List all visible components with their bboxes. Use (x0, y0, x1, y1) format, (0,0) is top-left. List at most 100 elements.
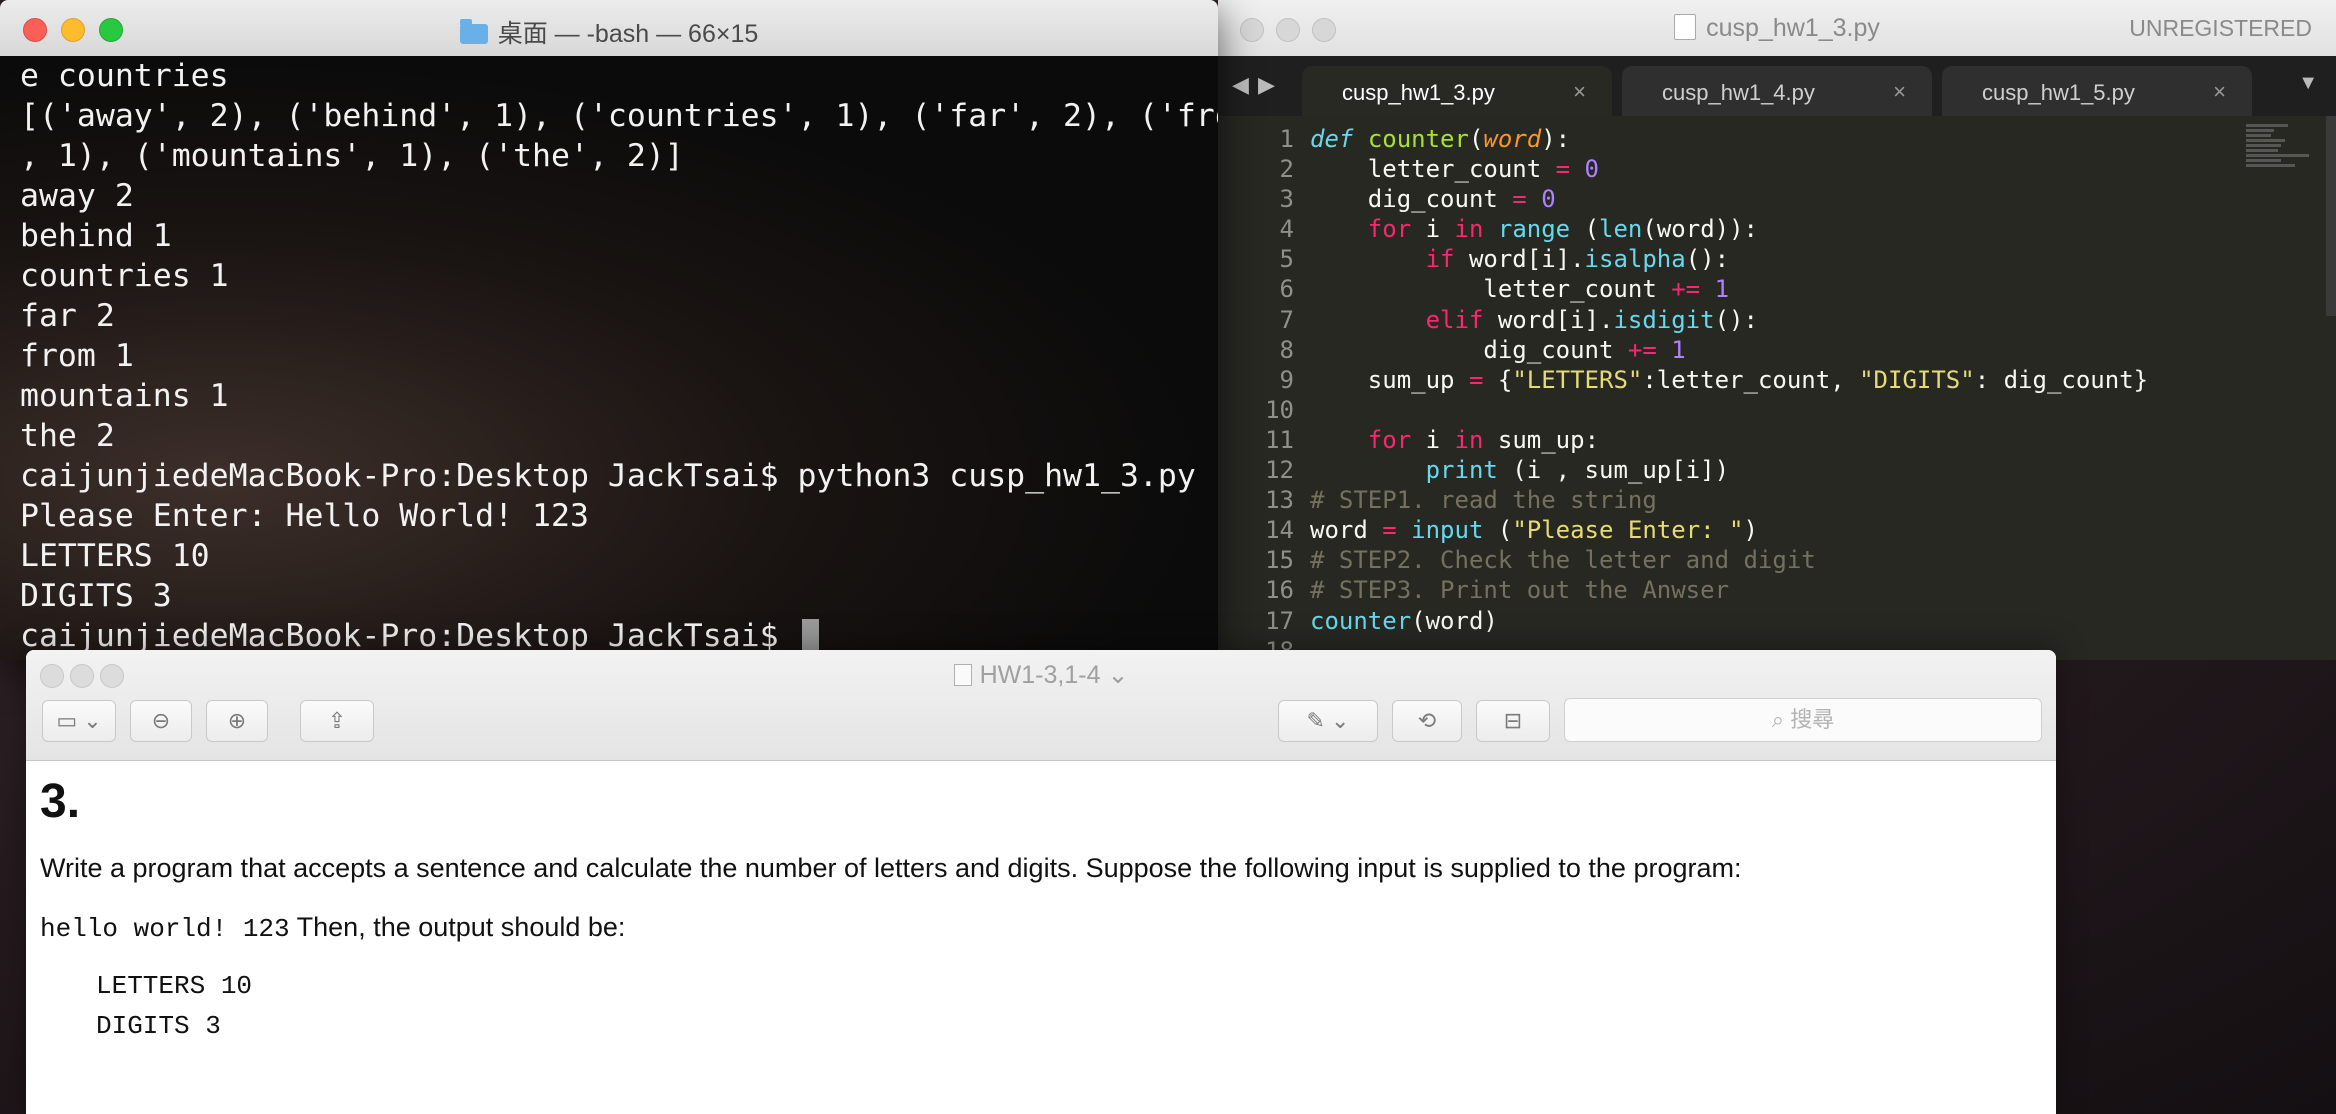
code-comment: # STEP2. Check the letter and digit (1310, 546, 1816, 575)
zoom-out-icon: ⊖ (151, 708, 171, 733)
share-button[interactable]: ⇪ (300, 700, 374, 742)
line-number: 1 (1279, 125, 1294, 153)
line-number: 17 (1265, 606, 1294, 635)
line-number: 10 (1265, 395, 1294, 424)
document-page[interactable]: 3. Write a program that accepts a senten… (26, 760, 2056, 1114)
preview-title[interactable]: HW1-3,1-4 ⌄ (26, 660, 2056, 690)
folder-icon (459, 19, 488, 44)
tab-label: cusp_hw1_4.py (1662, 80, 1815, 105)
code-line: if word[i].isalpha(): (1425, 245, 1730, 274)
chevron-down-icon[interactable]: ⌄ (1107, 661, 1128, 689)
question-text: Write a program that accepts a sentence … (40, 853, 1742, 883)
minimap[interactable] (2246, 124, 2316, 194)
toolbox-icon: ⊟ (1503, 708, 1523, 733)
tab-label: cusp_hw1_3.py (1342, 80, 1495, 105)
line-number: 9 (1279, 365, 1294, 394)
search-input[interactable]: ⌕ 搜尋 (1564, 698, 2042, 742)
editor-titlebar[interactable]: cusp_hw1_3.py UNREGISTERED (1218, 0, 2336, 57)
terminal-line: [('away', 2), ('behind', 1), ('countries… (20, 98, 1218, 134)
code-comment: # STEP1. read the string (1310, 486, 1657, 515)
example-input: hello world! 123 (40, 914, 290, 944)
toolbox-button[interactable]: ⊟ (1476, 700, 1550, 742)
expected-output-line: LETTERS 10 (96, 971, 253, 1001)
code-line: dig_count = 0 (1310, 185, 1556, 214)
close-tab-icon[interactable]: × (1573, 79, 1586, 105)
terminal-title: 桌面 — -bash — 66×15 (0, 14, 1218, 50)
tab-cusp-hw1-5[interactable]: cusp_hw1_5.py × (1942, 66, 2252, 116)
line-number: 3 (1279, 185, 1294, 214)
code-comment: # STEP3. Print out the Anwser (1310, 576, 1730, 605)
code-line: counter(word) (1310, 606, 1498, 635)
line-number: 16 (1265, 576, 1294, 605)
terminal-line: from 1 (20, 338, 134, 374)
code-line: letter_count = 0 (1310, 155, 1599, 184)
terminal-line: caijunjiedeMacBook-Pro:Desktop JackTsai$… (20, 458, 1196, 494)
question-number: 3. (40, 775, 81, 828)
tab-cusp-hw1-3[interactable]: cusp_hw1_3.py × (1302, 66, 1612, 116)
python-file-icon (1674, 14, 1697, 40)
terminal-line: behind 1 (20, 218, 172, 254)
line-number: 13 (1265, 486, 1294, 515)
terminal-titlebar[interactable]: 桌面 — -bash — 66×15 (0, 0, 1218, 57)
terminal-line: DIGITS 3 (20, 578, 172, 614)
tab-bar: ◀ ▶ cusp_hw1_3.py × cusp_hw1_4.py × cusp… (1218, 56, 2336, 116)
terminal-line: the 2 (20, 418, 115, 454)
close-tab-icon[interactable]: × (1893, 79, 1906, 105)
terminal-line: far 2 (20, 298, 115, 334)
share-icon: ⇪ (327, 708, 347, 733)
tab-label: cusp_hw1_5.py (1982, 80, 2135, 105)
text-cursor (801, 619, 819, 653)
line-number: 11 (1265, 425, 1294, 454)
rotate-button[interactable]: ⟲ (1392, 700, 1462, 742)
code-line: for i in sum_up: (1367, 425, 1600, 454)
terminal-line: countries 1 (20, 258, 229, 294)
unregistered-label: UNREGISTERED (2129, 15, 2312, 41)
vertical-scrollbar[interactable] (2326, 116, 2336, 316)
tab-cusp-hw1-4[interactable]: cusp_hw1_4.py × (1622, 66, 1932, 116)
search-icon: ⌕ (1771, 707, 1785, 732)
line-number: 2 (1279, 155, 1294, 184)
code-line: def counter(word): (1310, 125, 1571, 153)
terminal-line: away 2 (20, 178, 134, 214)
code-line: for i in range (len(word)): (1367, 215, 1758, 244)
line-number: 8 (1279, 335, 1294, 364)
code-line: word = input ("Please Enter: ") (1310, 516, 1758, 545)
tab-next-icon[interactable]: ▶ (1258, 72, 1275, 98)
terminal-line: LETTERS 10 (20, 538, 210, 574)
tab-menu-icon[interactable]: ▼ (2298, 72, 2318, 95)
document-icon (953, 664, 972, 686)
line-number: 12 (1265, 456, 1294, 485)
example-line: hello world! 123 Then, the output should… (40, 912, 626, 944)
tab-prev-icon[interactable]: ◀ (1232, 72, 1249, 98)
zoom-out-button[interactable]: ⊖ (130, 700, 192, 742)
preview-toolbar[interactable]: HW1-3,1-4 ⌄ ▭ ⌄ ⊖ ⊕ ⇪ ✎ ⌄ ⟲ ⊟ ⌕ 搜尋 (26, 650, 2056, 761)
expected-output-line: DIGITS 3 (96, 1011, 221, 1041)
code-line: letter_count += 1 (1310, 275, 1730, 304)
code-line: sum_up = {"LETTERS":letter_count, "DIGIT… (1310, 365, 2149, 394)
zoom-in-button[interactable]: ⊕ (206, 700, 268, 742)
terminal-line: , 1), ('mountains', 1), ('the', 2)] (20, 138, 684, 174)
sidebar-toggle-button[interactable]: ▭ ⌄ (42, 700, 116, 742)
close-tab-icon[interactable]: × (2213, 79, 2226, 105)
line-number: 5 (1279, 245, 1294, 274)
code-line: print (i , sum_up[i]) (1425, 456, 1730, 485)
code-line: dig_count += 1 (1310, 335, 1686, 364)
line-number: 4 (1279, 215, 1294, 244)
code-editor[interactable]: 1 2 3 4 5 6 7 8 9 10 11 12 13 14 15 16 1… (1218, 116, 2336, 660)
sidebar-icon: ▭ ⌄ (56, 708, 102, 733)
preview-window[interactable]: HW1-3,1-4 ⌄ ▭ ⌄ ⊖ ⊕ ⇪ ✎ ⌄ ⟲ ⊟ ⌕ 搜尋 3. Wr… (26, 650, 2056, 1114)
terminal-window[interactable]: 桌面 — -bash — 66×15 e countries [('away',… (0, 0, 1218, 660)
terminal-line: Please Enter: Hello World! 123 (20, 498, 589, 534)
terminal-line: mountains 1 (20, 378, 229, 414)
shell-prompt: caijunjiedeMacBook-Pro:Desktop JackTsai$ (20, 618, 798, 654)
terminal-line: e countries (20, 58, 229, 94)
line-number-gutter: 1 2 3 4 5 6 7 8 9 10 11 12 13 14 15 16 1… (1218, 124, 1310, 660)
code-line: elif word[i].isdigit(): (1425, 305, 1758, 334)
rotate-icon: ⟲ (1417, 708, 1437, 733)
pen-icon: ✎ ⌄ (1306, 708, 1350, 733)
markup-button[interactable]: ✎ ⌄ (1278, 700, 1378, 742)
editor-window[interactable]: cusp_hw1_3.py UNREGISTERED ◀ ▶ cusp_hw1_… (1218, 0, 2336, 660)
code-content[interactable]: def counter(word): letter_count = 0 dig_… (1310, 124, 2246, 636)
terminal-output[interactable]: e countries [('away', 2), ('behind', 1),… (0, 56, 1218, 660)
